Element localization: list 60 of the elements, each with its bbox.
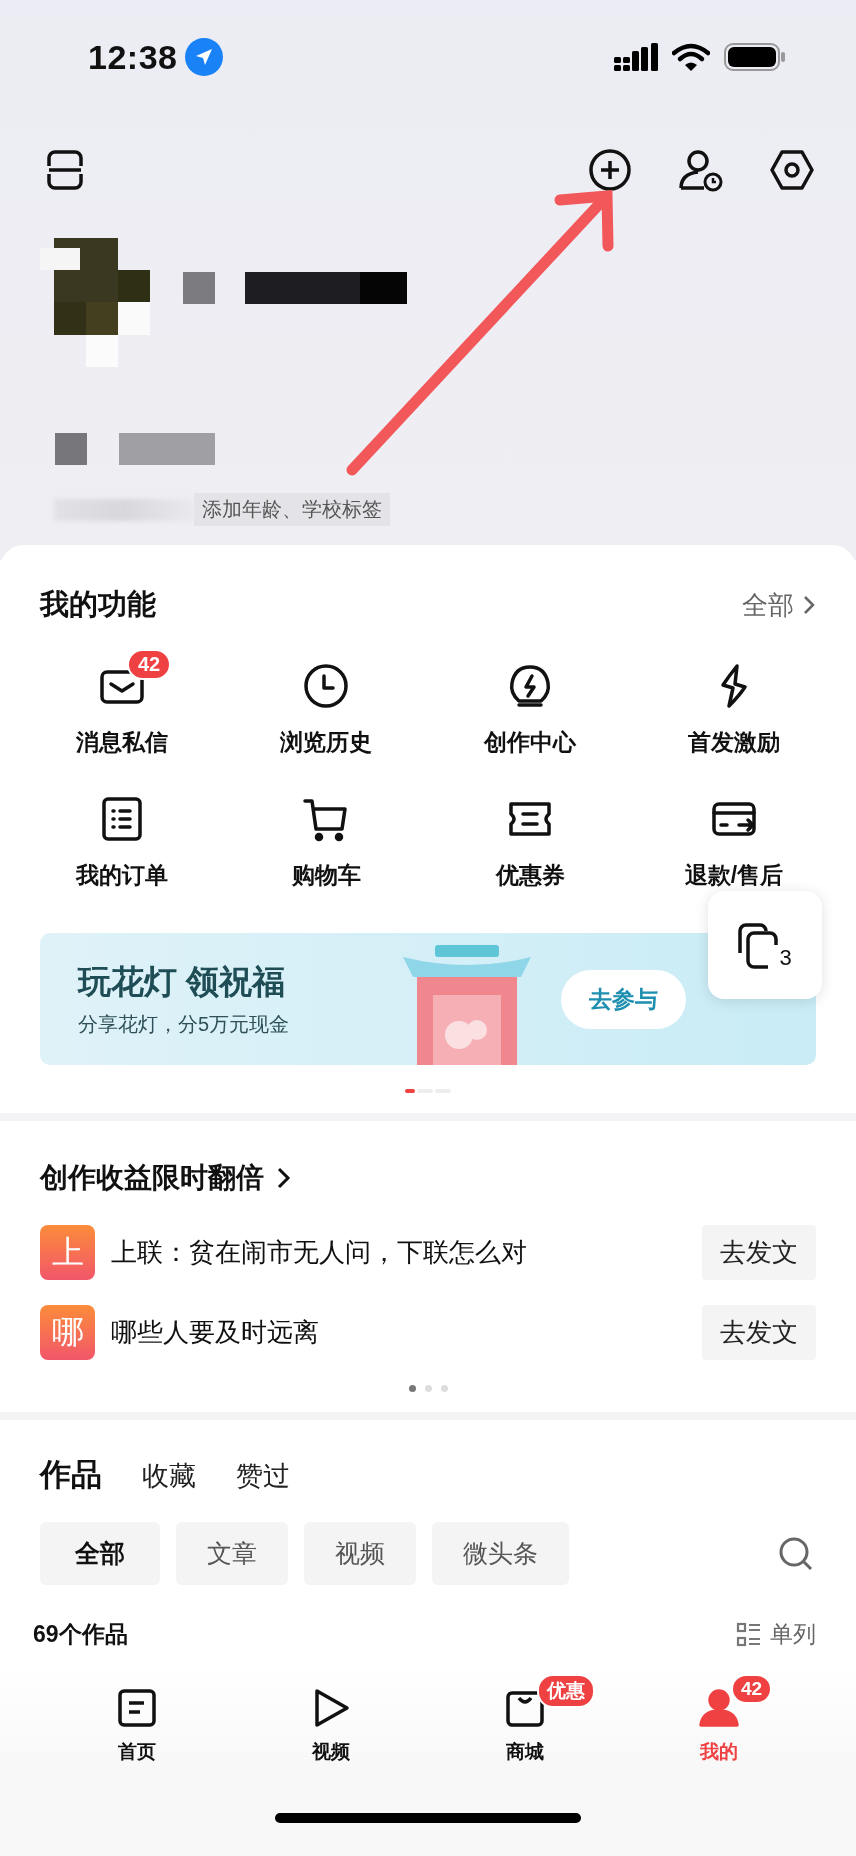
function-label[interactable]: 购物车 xyxy=(291,860,361,891)
visitor-icon[interactable] xyxy=(678,148,724,192)
works-tab[interactable]: 赞过 xyxy=(236,1458,290,1494)
list-icon[interactable] xyxy=(99,796,145,842)
filter-chip[interactable]: 微头条 xyxy=(432,1522,569,1585)
person-icon xyxy=(699,1688,739,1728)
nav-tab[interactable]: 优惠 商城 xyxy=(428,1670,622,1765)
works-tab[interactable]: 收藏 xyxy=(142,1458,196,1494)
function-label[interactable]: 浏览历史 xyxy=(280,727,372,758)
join-button[interactable]: 去参与 xyxy=(561,969,686,1029)
function-label[interactable]: 消息私信 xyxy=(76,727,168,758)
nav-tab[interactable]: 首页 xyxy=(40,1670,234,1765)
more-link[interactable]: 全部 xyxy=(742,587,816,623)
windows-stack-icon xyxy=(738,923,779,969)
settings-icon[interactable] xyxy=(770,148,814,192)
window-count: 3 xyxy=(779,947,792,969)
nav-tab[interactable]: 视频 xyxy=(234,1670,428,1765)
function-label[interactable]: 优惠券 xyxy=(495,860,565,891)
nav-badge: 优惠 xyxy=(537,1674,595,1708)
nav-tab[interactable]: 42 我的 xyxy=(622,1670,816,1765)
chevron-right-icon xyxy=(802,594,816,616)
bag-icon xyxy=(505,1688,545,1728)
filter-chip[interactable]: 视频 xyxy=(304,1522,416,1585)
location-icon xyxy=(185,38,224,76)
topic-mark: 哪 xyxy=(40,1305,95,1360)
topic-text[interactable]: 上联：贫在闹市无人问，下联怎么对 xyxy=(111,1235,686,1270)
topic-mark: 上 xyxy=(40,1225,95,1280)
section-title: 我的功能 xyxy=(40,587,156,622)
works-tab[interactable]: 作品 xyxy=(40,1454,102,1496)
banner-subtitle: 分享花灯，分5万元现金 xyxy=(78,1012,291,1037)
wifi-icon xyxy=(672,43,710,71)
banner-title: 玩花灯 领祝福 xyxy=(78,962,287,1002)
post-button[interactable]: 去发文 xyxy=(702,1305,816,1360)
filter-chip[interactable]: 文章 xyxy=(176,1522,288,1585)
signal-icon xyxy=(614,43,658,71)
function-label[interactable]: 退款/售后 xyxy=(684,860,784,891)
add-icon[interactable] xyxy=(588,148,632,192)
document-icon xyxy=(117,1688,157,1728)
view-toggle[interactable]: 单列 xyxy=(736,1619,816,1650)
function-label[interactable]: 创作中心 xyxy=(484,727,576,758)
profile-tags-hint[interactable]: 添加年龄、学校标签 xyxy=(194,493,390,526)
post-button[interactable]: 去发文 xyxy=(702,1225,816,1280)
function-label[interactable]: 首发激励 xyxy=(688,727,780,758)
floating-window-button[interactable]: 3 xyxy=(708,891,822,999)
cart-icon[interactable] xyxy=(303,796,349,842)
topic-text[interactable]: 哪些人要及时远离 xyxy=(111,1315,686,1350)
works-count: 69个作品 xyxy=(33,1620,128,1649)
section-title[interactable]: 创作收益限时翻倍 xyxy=(40,1159,816,1197)
lightbulb-icon[interactable] xyxy=(507,663,553,709)
nav-badge: 42 xyxy=(731,1674,773,1704)
count-badge: 42 xyxy=(127,649,172,680)
scan-icon[interactable] xyxy=(46,150,84,190)
search-icon[interactable] xyxy=(778,1535,814,1572)
status-time: 12:38 xyxy=(88,37,178,77)
list-view-icon xyxy=(736,1621,762,1648)
function-label[interactable]: 我的订单 xyxy=(76,860,168,891)
battery-icon xyxy=(724,43,786,71)
clock-icon[interactable] xyxy=(303,663,349,709)
chevron-right-icon xyxy=(276,1165,292,1191)
filter-chip[interactable]: 全部 xyxy=(40,1522,160,1585)
